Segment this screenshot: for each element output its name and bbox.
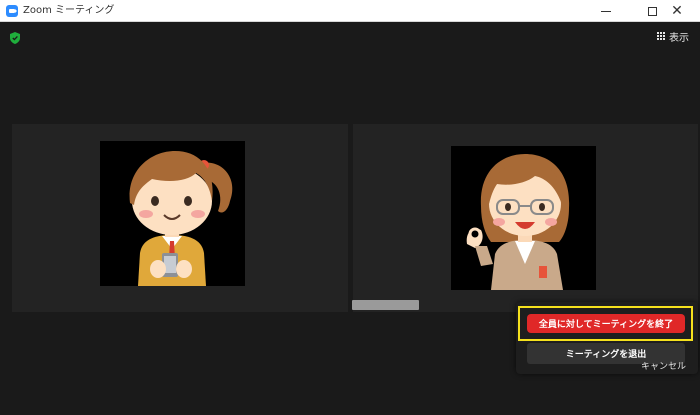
title-bar: Zoom ミーティング ✕ bbox=[0, 0, 700, 22]
avatar-illustration-1 bbox=[129, 151, 233, 286]
shield-check-icon[interactable] bbox=[10, 32, 20, 44]
minimize-button[interactable] bbox=[583, 0, 629, 22]
cancel-button[interactable]: キャンセル bbox=[641, 361, 686, 373]
gallery-scrollbar[interactable] bbox=[352, 300, 419, 310]
participant-avatar-1 bbox=[100, 141, 245, 286]
close-button[interactable]: ✕ bbox=[654, 0, 700, 22]
view-button[interactable]: 表示 bbox=[657, 29, 689, 44]
zoom-window: Zoom ミーティング ✕ 表示 全員に対してミーティングを終了 ミーティングを… bbox=[0, 0, 700, 415]
grid-icon bbox=[657, 31, 666, 41]
view-button-label: 表示 bbox=[669, 32, 689, 44]
participant-avatar-2 bbox=[451, 146, 596, 290]
close-icon: ✕ bbox=[671, 3, 683, 19]
window-title: Zoom ミーティング bbox=[23, 5, 115, 16]
minimize-icon bbox=[601, 10, 611, 12]
avatar-illustration-2 bbox=[466, 154, 570, 290]
end-meeting-for-all-button[interactable]: 全員に対してミーティングを終了 bbox=[527, 314, 685, 333]
zoom-camera-icon bbox=[6, 5, 18, 17]
